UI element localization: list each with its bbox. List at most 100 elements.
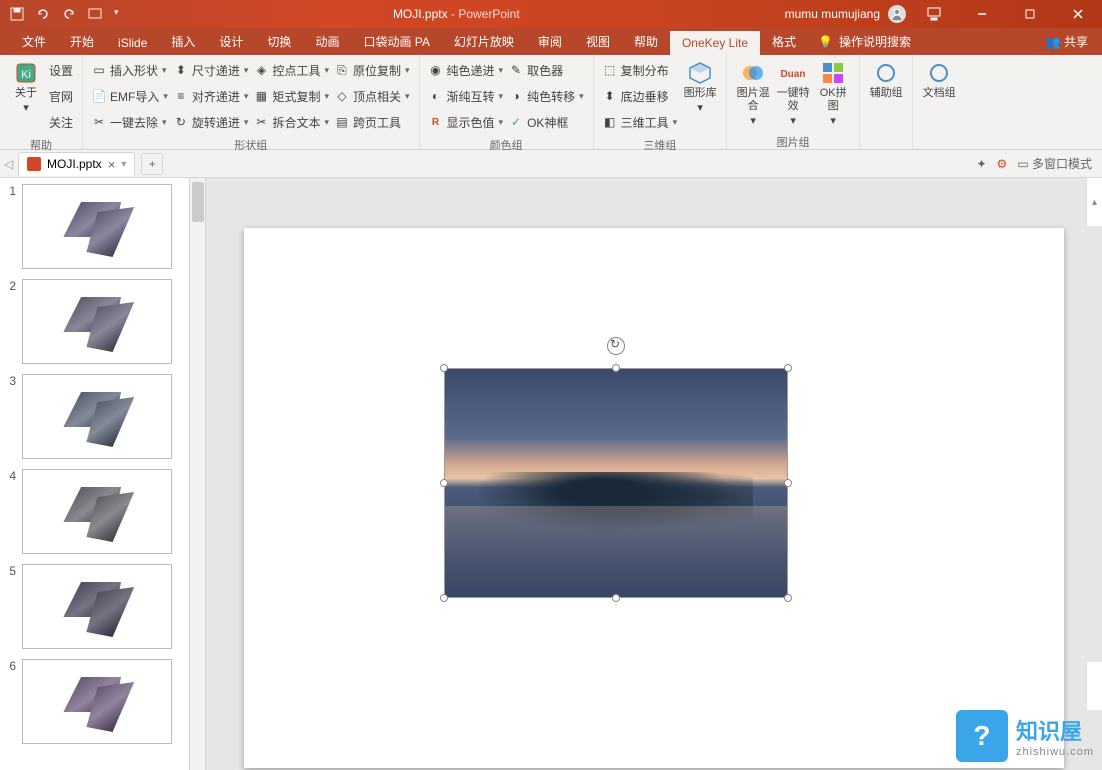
rgb-icon: R	[429, 115, 443, 129]
resize-handle-mr[interactable]	[784, 479, 792, 487]
document-tab[interactable]: MOJI.pptx × ▾	[18, 152, 135, 176]
insert-shape-button[interactable]: ▭插入形状▾	[89, 59, 171, 81]
slideshow-icon[interactable]	[88, 7, 102, 21]
resize-handle-tl[interactable]	[440, 364, 448, 372]
picture-content	[445, 369, 787, 597]
eyedropper-button[interactable]: ✎取色器	[506, 59, 587, 81]
slide-canvas[interactable]	[244, 228, 1064, 768]
vertical-scrollbar-bottom[interactable]	[1086, 662, 1102, 710]
slide-thumbnail-panel[interactable]: 1 2 3 4 5 6	[0, 178, 190, 770]
undo-icon[interactable]	[36, 7, 50, 21]
watermark-url: zhishiwu.com	[1016, 746, 1094, 758]
share-button[interactable]: 👥 共享	[1032, 28, 1102, 55]
aux-group-button[interactable]: 辅助组	[866, 59, 906, 102]
slide-thumb-6[interactable]: 6	[4, 659, 185, 744]
slide-thumb-2[interactable]: 2	[4, 279, 185, 364]
ok-pin-button[interactable]: OK拼图▾	[813, 59, 853, 130]
inserted-picture[interactable]	[444, 368, 788, 598]
minimize-button[interactable]	[962, 0, 1002, 28]
resize-handle-br[interactable]	[784, 594, 792, 602]
close-button[interactable]	[1058, 0, 1098, 28]
lightbulb-icon: 💡	[818, 35, 833, 49]
rotate-handle[interactable]	[607, 337, 625, 355]
user-avatar-icon[interactable]	[888, 5, 906, 23]
settings-button[interactable]: 设置	[46, 59, 76, 81]
ok-frame-button[interactable]: ✓OK神框	[506, 111, 587, 133]
tab-islide[interactable]: iSlide	[106, 31, 159, 55]
doc-group-button[interactable]: 文档组	[919, 59, 959, 102]
pic-blend-button[interactable]: 图片混合▾	[733, 59, 773, 130]
tab-pocket[interactable]: 口袋动画 PA	[351, 28, 441, 55]
tab-help[interactable]: 帮助	[622, 28, 670, 55]
tab-insert[interactable]: 插入	[159, 28, 207, 55]
save-icon[interactable]	[10, 7, 24, 21]
group-help: Ki 关于 ▾ 设置 官网 关注 帮助	[0, 55, 83, 149]
tab-home[interactable]: 开始	[58, 28, 106, 55]
group-image-label: 图片组	[727, 134, 859, 152]
redo-icon[interactable]	[62, 7, 76, 21]
gradient-swap-button[interactable]: ◐渐纯互转▾	[426, 85, 507, 107]
tab-review[interactable]: 审阅	[526, 28, 574, 55]
bottom-shift-button[interactable]: ⬍底边垂移	[600, 85, 681, 107]
gear-icon[interactable]: ⚙	[997, 157, 1008, 171]
slide-thumb-1[interactable]: 1	[4, 184, 185, 269]
copy-dist-button[interactable]: ⬚复制分布	[600, 59, 681, 81]
tab-menu-icon[interactable]: ▾	[121, 159, 126, 170]
qat-dropdown-icon[interactable]: ▾	[114, 7, 128, 21]
one-effect-button[interactable]: Duang 一键特效▾	[773, 59, 813, 130]
effect-icon: Duang	[781, 61, 805, 85]
size-step-button[interactable]: ⬍尺寸递进▾	[171, 59, 252, 81]
cross-tools-button[interactable]: ▤跨页工具	[332, 111, 413, 133]
magic-icon[interactable]: ✦	[976, 157, 986, 171]
tab-transitions[interactable]: 切换	[255, 28, 303, 55]
split-text-button[interactable]: ✂拆合文本▾	[251, 111, 332, 133]
vertex-button[interactable]: ◇顶点相关▾	[332, 85, 413, 107]
app-name: PowerPoint	[458, 7, 519, 21]
tab-design[interactable]: 设计	[207, 28, 255, 55]
multiwindow-button[interactable]: ▭ 多窗口模式	[1017, 155, 1092, 172]
resize-handle-bm[interactable]	[612, 594, 620, 602]
thumbnail-scrollbar[interactable]	[190, 178, 206, 770]
resize-handle-tm[interactable]	[612, 364, 620, 372]
tell-me-search[interactable]: 💡 操作说明搜索	[808, 28, 921, 55]
tab-onekey[interactable]: OneKey Lite	[670, 31, 760, 55]
origin-copy-button[interactable]: ⎘原位复制▾	[332, 59, 413, 81]
slide-thumb-3[interactable]: 3	[4, 374, 185, 459]
tab-format[interactable]: 格式	[760, 28, 808, 55]
pure-swap-button[interactable]: ◑纯色转移▾	[506, 85, 587, 107]
tab-view[interactable]: 视图	[574, 28, 622, 55]
resize-handle-tr[interactable]	[784, 364, 792, 372]
3d-tools-button[interactable]: ◧三维工具▾	[600, 111, 681, 133]
restore-button[interactable]	[1010, 0, 1050, 28]
vertical-scrollbar-top[interactable]	[1086, 178, 1102, 226]
about-button[interactable]: Ki 关于 ▾	[6, 59, 46, 117]
copy-icon: ⎘	[335, 63, 349, 77]
group-3d-label: 三维组	[594, 137, 727, 155]
add-tab-button[interactable]: +	[141, 153, 163, 175]
lib-icon	[688, 61, 712, 85]
nav-back-icon[interactable]: ◁	[4, 157, 18, 171]
tab-slideshow[interactable]: 幻灯片放映	[442, 28, 526, 55]
resize-handle-ml[interactable]	[440, 479, 448, 487]
tab-file[interactable]: 文件	[10, 28, 58, 55]
slide-canvas-area[interactable]	[206, 178, 1102, 770]
tab-animations[interactable]: 动画	[303, 28, 351, 55]
close-tab-icon[interactable]: ×	[108, 157, 116, 172]
show-value-button[interactable]: R显示色值▾	[426, 111, 507, 133]
rotate-step-button[interactable]: ↻旋转递进▾	[171, 111, 252, 133]
align-step-button[interactable]: ≡对齐递进▾	[171, 85, 252, 107]
matrix-copy-button[interactable]: ▦矩式复制▾	[251, 85, 332, 107]
control-tools-button[interactable]: ◈控点工具▾	[251, 59, 332, 81]
group-color-label: 颜色组	[420, 137, 593, 155]
resize-handle-bl[interactable]	[440, 594, 448, 602]
slide-thumb-5[interactable]: 5	[4, 564, 185, 649]
ribbon-options-icon[interactable]	[914, 0, 954, 28]
pure-step-button[interactable]: ◉纯色递进▾	[426, 59, 507, 81]
emf-import-button[interactable]: 📄EMF导入▾	[89, 85, 171, 107]
check-icon: ✓	[509, 115, 523, 129]
official-button[interactable]: 官网	[46, 85, 76, 107]
shape-lib-button[interactable]: 图形库 ▾	[680, 59, 720, 117]
slide-thumb-4[interactable]: 4	[4, 469, 185, 554]
follow-button[interactable]: 关注	[46, 111, 76, 133]
one-remove-button[interactable]: ✂一键去除▾	[89, 111, 171, 133]
